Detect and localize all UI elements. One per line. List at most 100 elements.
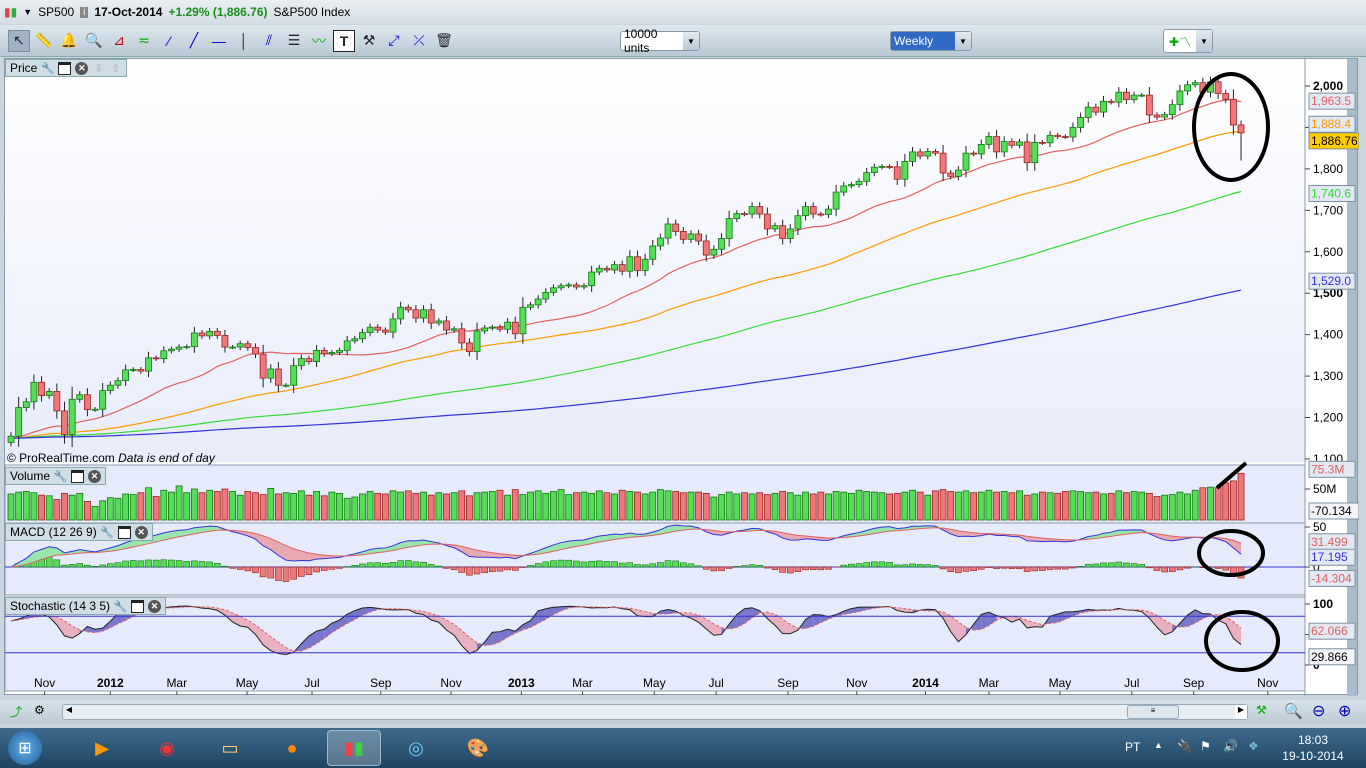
firefox-task[interactable]: ● [265, 730, 319, 766]
trendline-icon[interactable]: ╱ [183, 30, 205, 52]
scrollbar-track[interactable]: ◀ ≡ ▶ [62, 704, 1248, 720]
chrome-task[interactable]: ◉ [140, 730, 194, 766]
prorealtime-task[interactable]: ▮▮ [327, 730, 381, 766]
indicators-button[interactable]: ✚〽 ▼ [1163, 29, 1213, 53]
volume-icon[interactable]: 🔊 [1223, 739, 1238, 753]
scroll-right-button[interactable]: ▶ [1235, 705, 1247, 719]
volume-value-badge: -70.134 [1311, 504, 1352, 518]
paint-task[interactable]: 🎨 [451, 730, 505, 766]
symbol-dropdown-icon[interactable]: ▼ [23, 7, 32, 17]
wrench-icon[interactable]: 🔧 [114, 600, 128, 613]
close-icon[interactable]: ✕ [148, 599, 162, 613]
macd-histogram-bar [1054, 566, 1061, 570]
macd-histogram-bar [1168, 566, 1176, 573]
move-down-icon[interactable]: ⇩ [92, 62, 105, 75]
close-icon[interactable]: ✕ [75, 61, 89, 75]
fibonacci-icon[interactable]: ☰ [283, 30, 305, 52]
wrench-icon[interactable]: 🔧 [100, 526, 114, 539]
volume-bar [473, 492, 481, 521]
horizontal-line-icon[interactable]: — [208, 30, 230, 52]
candle [993, 136, 1000, 153]
indicator-settings-icon[interactable]: ⚙ [34, 703, 45, 717]
zoom-out-icon[interactable]: ⊖ [1312, 701, 1325, 721]
scroll-left-button[interactable]: ◀ [63, 705, 75, 719]
alert-bell-icon[interactable]: 🔔 [58, 30, 80, 52]
macd-histogram-bar [794, 566, 802, 573]
arrow-icon[interactable]: ⤢ [383, 30, 405, 52]
macd-histogram-bar [687, 563, 695, 568]
close-icon[interactable]: ✕ [88, 469, 102, 483]
flag-icon[interactable]: ⚑ [1200, 739, 1211, 753]
volume-bar [901, 491, 909, 521]
candle [848, 184, 855, 187]
trash-icon[interactable]: 🗑 [433, 30, 455, 52]
close-icon[interactable]: ✕ [134, 525, 148, 539]
zoom-in-icon[interactable]: ⊕ [1338, 701, 1351, 721]
window-icon[interactable] [131, 599, 145, 613]
volume-bar [1054, 492, 1062, 521]
credit-text: © ProRealTime.com [7, 451, 115, 465]
segment-icon[interactable]: ⁄ [158, 30, 180, 52]
volume-bar [290, 492, 298, 521]
volume-bar [855, 489, 863, 521]
window-icon[interactable] [71, 469, 85, 483]
chevron-down-icon: ▼ [955, 32, 971, 50]
pointer-icon[interactable]: ↖ [8, 29, 30, 52]
chart-area[interactable]: 2,0001,9001,8001,7001,6001,5001,4001,300… [4, 58, 1360, 696]
chart-canvas[interactable]: 2,0001,9001,8001,7001,6001,5001,4001,300… [4, 59, 1360, 696]
macd-histogram-bar [145, 559, 152, 568]
macd-histogram-bar [618, 562, 626, 568]
parallel-lines-icon[interactable]: ⫽ [258, 30, 280, 52]
candle [1016, 141, 1023, 146]
language-indicator[interactable]: PT [1125, 740, 1140, 754]
histogram-badge: -14.304 [1311, 571, 1352, 585]
timeframe-select[interactable]: Weekly ▼ [890, 31, 972, 51]
candle [1031, 141, 1039, 164]
wrench-icon[interactable]: 🔧 [41, 62, 55, 75]
dropbox-icon[interactable]: ❖ [1248, 739, 1259, 753]
macd-histogram-bar [595, 560, 603, 568]
macd-histogram-bar [886, 562, 893, 568]
candle [45, 391, 53, 396]
candle [580, 285, 588, 288]
auto-scale-icon[interactable]: ⤴ [10, 703, 22, 720]
triangle-pattern-icon[interactable]: ⊿ [108, 30, 130, 52]
units-select[interactable]: 10000 units ▼ [620, 27, 700, 55]
channel-icon[interactable]: ≂ [133, 30, 155, 52]
volume-bar [1214, 487, 1222, 521]
macd-histogram-bar [863, 562, 870, 568]
volume-bar [359, 493, 366, 521]
regression-icon[interactable]: 〰 [308, 30, 330, 52]
symbol[interactable]: SP500 [38, 5, 74, 19]
explorer-task[interactable]: ▭ [203, 730, 257, 766]
power-icon[interactable]: 🔌 [1177, 739, 1192, 753]
app-task[interactable]: ◎ [389, 730, 443, 766]
chart-settings-icon[interactable]: ⚒ [1256, 703, 1267, 717]
show-hidden-icons[interactable]: ▲ [1154, 740, 1163, 750]
text-tool-icon[interactable]: T [333, 29, 355, 52]
volume-bar [886, 493, 893, 521]
wrench-icon[interactable]: 🔧 [54, 470, 68, 483]
zoom-magnifier-icon[interactable]: 🔍 [83, 30, 105, 52]
move-up-icon[interactable]: ⇧ [109, 62, 122, 75]
macd-histogram-bar [152, 559, 160, 568]
vertical-line-icon[interactable]: │ [233, 30, 255, 52]
quote-change: +1.29% (1,886.76) [168, 5, 268, 19]
candlestick-icon[interactable]: ▮▮ [4, 5, 17, 19]
scrollbar-thumb[interactable]: ≡ [1127, 705, 1179, 719]
candle [1145, 94, 1153, 116]
window-icon[interactable] [58, 61, 72, 75]
tools-icon[interactable]: ⚒ [358, 30, 380, 52]
signal-badge: 17.195 [1311, 550, 1348, 564]
media-player-task[interactable]: ▶ [75, 730, 129, 766]
start-button[interactable]: ⊞ [8, 731, 42, 765]
info-icon[interactable]: i [80, 6, 89, 18]
volume-bar [1069, 490, 1077, 521]
window-icon[interactable] [117, 525, 131, 539]
ruler-icon[interactable]: 📏 [33, 30, 55, 52]
volume-bar [443, 493, 450, 521]
cross-line-icon[interactable]: ⤫ [408, 30, 430, 52]
zoom-fit-icon[interactable]: 🔍 [1284, 702, 1303, 720]
clock[interactable]: 18:03 19-10-2014 [1278, 732, 1348, 764]
candle [565, 284, 573, 287]
